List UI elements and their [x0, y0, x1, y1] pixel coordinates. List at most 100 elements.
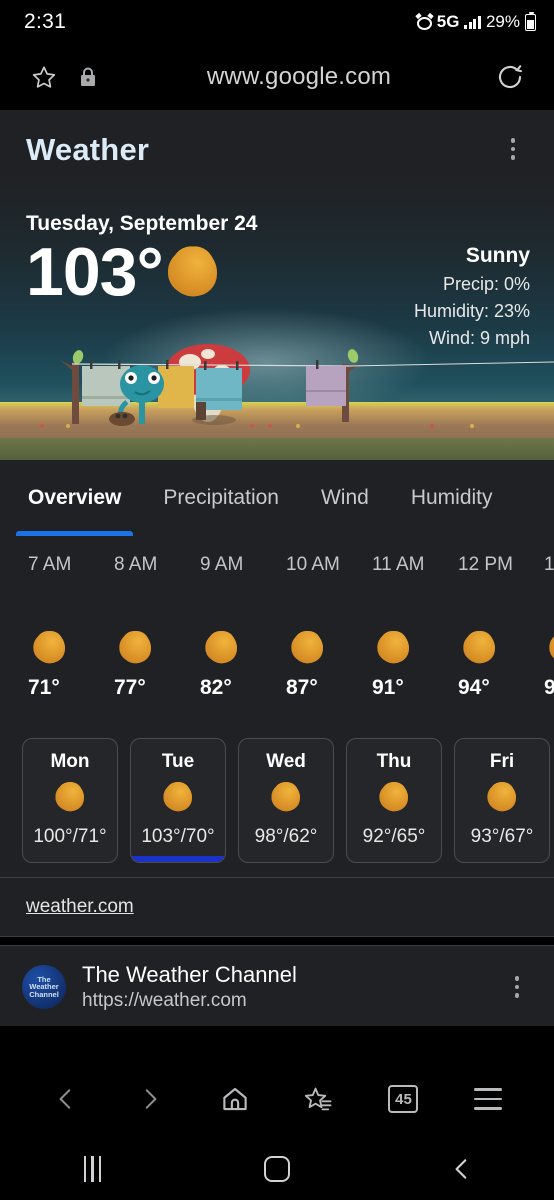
condition-details: Sunny Precip: 0% Humidity: 23% Wind: 9 m… [414, 238, 530, 349]
weather-channel-favicon: The Weather Channel [22, 965, 66, 1009]
daily-day-label: Fri [489, 751, 515, 772]
search-result-row[interactable]: The Weather Channel The Weather Channel … [0, 946, 554, 1026]
daily-temps: 93°/67° [470, 826, 534, 847]
tab-overview[interactable]: Overview [15, 460, 134, 536]
tab-count-label: 45 [395, 1090, 412, 1108]
hourly-time: 7 AM [28, 554, 72, 575]
daily-temps: 100°/71° [33, 826, 107, 847]
source-link-row[interactable]: weather.com [0, 878, 554, 936]
tab-count-button[interactable]: 45 [381, 1077, 425, 1121]
daily-day-label: Mon [50, 751, 90, 772]
daily-item-thu[interactable]: Thu 92°/65° [346, 738, 442, 863]
sunny-icon [488, 783, 516, 811]
signal-bars-icon [464, 15, 481, 29]
hourly-time: 12 PM [458, 554, 513, 575]
tab-precipitation[interactable]: Precipitation [159, 460, 283, 536]
hourly-item[interactable]: 8 AM 77° [114, 554, 200, 700]
battery-percent-label: 29% [485, 12, 520, 31]
current-temperature: 103° [26, 234, 164, 310]
chevron-right-icon[interactable] [128, 1077, 172, 1121]
sunny-icon [120, 632, 151, 663]
sunny-icon [292, 632, 323, 663]
back-chevron-icon[interactable] [440, 1147, 484, 1191]
hourly-temp: 82° [200, 676, 232, 699]
weather-source-link[interactable]: weather.com [26, 896, 134, 917]
daily-day-label: Thu [376, 751, 412, 772]
tab-humidity[interactable]: Humidity [407, 460, 497, 536]
hourly-temp: 96° [544, 676, 554, 699]
hourly-temp: 71° [28, 676, 60, 699]
hourly-forecast-list[interactable]: 7 AM 71° 8 AM 77° 9 AM 82° 10 AM 87° 11 … [0, 554, 554, 700]
network-type-label: 5G [436, 12, 460, 31]
daily-item-fri[interactable]: Fri 93°/67° [454, 738, 550, 863]
hourly-time: 9 AM [200, 554, 244, 575]
daily-day-label: Wed [266, 751, 306, 772]
phone-screen: 2:31 5G 29% www.google.com Weather Tuesd… [0, 0, 554, 1200]
wind-label: Wind: 9 mph [428, 328, 530, 348]
home-icon[interactable] [213, 1077, 257, 1121]
url-text[interactable]: www.google.com [110, 63, 488, 91]
lock-icon[interactable] [66, 55, 110, 99]
star-outline-icon[interactable] [22, 55, 66, 99]
home-square-icon[interactable] [255, 1147, 299, 1191]
hourly-item[interactable]: 7 AM 71° [28, 554, 114, 700]
status-indicators: 5G 29% [415, 11, 536, 32]
daily-item-wed[interactable]: Wed 98°/62° [238, 738, 334, 863]
chevron-left-icon[interactable] [44, 1077, 88, 1121]
tab-wind[interactable]: Wind [317, 460, 373, 536]
search-result-text: The Weather Channel https://weather.com [82, 962, 484, 1012]
daily-forecast-list[interactable]: Mon 100°/71° Tue 103°/70° Wed 98°/62° Th… [0, 732, 554, 877]
tab-counter[interactable]: 45 [388, 1082, 422, 1113]
search-result-title[interactable]: The Weather Channel [82, 962, 484, 988]
favicon-line-3: Channel [29, 989, 59, 999]
hourly-temp: 77° [114, 676, 146, 699]
sunny-icon [206, 632, 237, 663]
kebab-menu-icon[interactable] [500, 970, 534, 1004]
page-title: Weather [26, 132, 150, 167]
weather-title-row: Weather [26, 132, 530, 168]
daily-temps: 103°/70° [141, 826, 215, 847]
hourly-time: 8 AM [114, 554, 158, 575]
daily-temps: 98°/62° [254, 826, 318, 847]
hourly-time: 11 AM [372, 554, 425, 575]
weather-card: Weather Tuesday, September 24 103° Sunny… [0, 110, 554, 460]
alarm-clock-icon [415, 12, 434, 30]
hourly-item[interactable]: 11 AM 91° [372, 554, 458, 700]
section-gap [0, 937, 554, 945]
condition-label: Sunny [465, 244, 530, 267]
hourly-time: 1 PM [544, 554, 554, 575]
hourly-temp: 91° [372, 676, 404, 699]
sunny-icon [378, 632, 409, 663]
hourly-item[interactable]: 12 PM 94° [458, 554, 544, 700]
weather-card-content: Weather Tuesday, September 24 103° Sunny… [0, 110, 554, 349]
sunny-icon [164, 783, 192, 811]
hourly-forecast-section[interactable]: 7 AM 71° 8 AM 77° 9 AM 82° 10 AM 87° 11 … [0, 536, 554, 732]
browser-url-bar[interactable]: www.google.com [0, 44, 554, 110]
browser-toolbar: 45 [0, 1060, 554, 1138]
current-date: Tuesday, September 24 [26, 212, 258, 235]
daily-item-mon[interactable]: Mon 100°/71° [22, 738, 118, 863]
sunny-icon [464, 632, 495, 663]
daily-day-label: Tue [161, 751, 195, 772]
reload-icon[interactable] [488, 55, 532, 99]
sunny-icon [56, 783, 84, 811]
search-result-url: https://weather.com [82, 990, 247, 1011]
sunny-icon [380, 783, 408, 811]
precip-label: Precip: 0% [442, 274, 530, 294]
kebab-menu-icon[interactable] [496, 132, 530, 166]
weather-illustration [60, 344, 554, 426]
hourly-item[interactable]: 9 AM 82° [200, 554, 286, 700]
sunny-icon [272, 783, 300, 811]
hamburger-menu-icon[interactable] [466, 1077, 510, 1121]
sunny-icon [168, 248, 217, 296]
hourly-temp: 94° [458, 676, 490, 699]
hourly-item[interactable]: 10 AM 87° [286, 554, 372, 700]
recents-icon[interactable] [70, 1147, 114, 1191]
daily-temps: 92°/65° [362, 826, 426, 847]
star-list-icon[interactable] [297, 1077, 341, 1121]
weather-tab-bar: Overview Precipitation Wind Humidity [0, 460, 554, 536]
daily-item-tue[interactable]: Tue 103°/70° [130, 738, 226, 863]
hourly-item[interactable]: 1 PM 96° [544, 554, 554, 700]
hourly-temp: 87° [286, 676, 318, 699]
sunny-icon [34, 632, 65, 663]
